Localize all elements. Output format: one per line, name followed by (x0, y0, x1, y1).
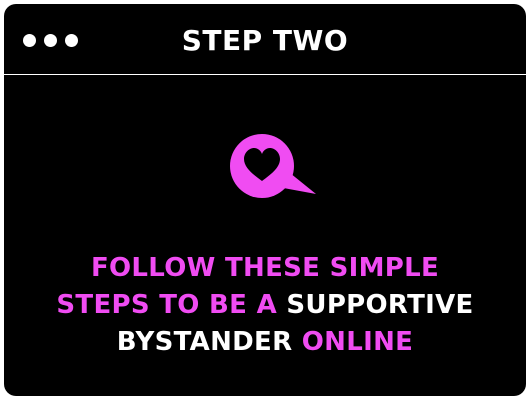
window-title: STEP TWO (181, 24, 349, 57)
message-line-1: FOLLOW THESE SIMPLE (4, 250, 526, 287)
message-line-2-white: SUPPORTIVE (286, 290, 474, 320)
message-line-3: BYSTANDER ONLINE (4, 324, 526, 361)
message-line-3-pink: ONLINE (301, 327, 414, 357)
message-text: FOLLOW THESE SIMPLE STEPS TO BE A SUPPOR… (4, 250, 526, 361)
title-bar: STEP TWO (4, 4, 526, 75)
message-line-2: STEPS TO BE A SUPPORTIVE (4, 287, 526, 324)
browser-window: STEP TWO FOLLOW THESE SIMPLE STEPS TO BE… (4, 4, 526, 396)
message-line-1-text: FOLLOW THESE SIMPLE (90, 253, 440, 283)
heart-speech-bubble-icon (230, 134, 316, 198)
message-line-2-pink: STEPS TO BE A (56, 290, 278, 320)
message-line-3-white: BYSTANDER (116, 327, 293, 357)
